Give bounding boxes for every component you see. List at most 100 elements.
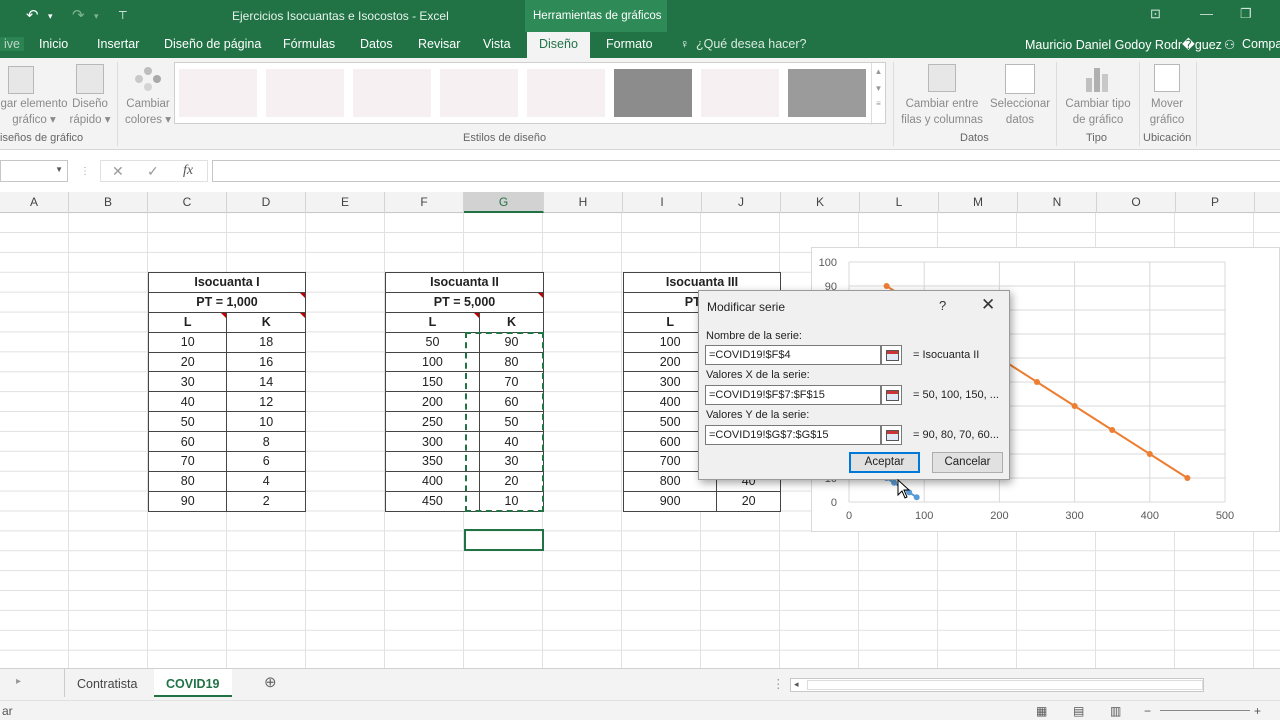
- tab-vista[interactable]: Vista: [483, 37, 511, 51]
- insert-function-icon[interactable]: fx: [183, 163, 193, 179]
- gallery-scrollbar[interactable]: ▲ ▼ ≡: [871, 63, 885, 125]
- table-pt[interactable]: PT = 5,000: [385, 291, 544, 313]
- tell-me-search[interactable]: ¿Qué desea hacer?: [696, 37, 807, 51]
- formula-input[interactable]: [212, 160, 1280, 182]
- undo-dropdown-icon[interactable]: ▾: [48, 11, 53, 22]
- column-header[interactable]: H: [544, 192, 623, 213]
- chart-style-thumb[interactable]: [266, 69, 344, 117]
- tab-insertar[interactable]: Insertar: [97, 37, 139, 51]
- range-select-icon[interactable]: [881, 385, 902, 405]
- column-header[interactable]: I: [623, 192, 702, 213]
- series-name-input[interactable]: =COVID19!$F$4: [705, 345, 881, 365]
- name-box-dropdown-icon[interactable]: ▼: [55, 165, 63, 174]
- column-header[interactable]: D: [227, 192, 306, 213]
- chart-style-thumb[interactable]: [701, 69, 779, 117]
- chart-style-thumb[interactable]: [527, 69, 605, 117]
- scroll-left-icon[interactable]: ◂: [794, 679, 799, 690]
- gallery-down-icon[interactable]: ▼: [872, 84, 885, 93]
- range-select-icon[interactable]: [881, 345, 902, 365]
- column-header[interactable]: O: [1097, 192, 1176, 213]
- table-row: 80 4: [147, 470, 306, 492]
- user-name[interactable]: Mauricio Daniel Godoy Rodr�guez: [1025, 37, 1222, 52]
- column-header[interactable]: C: [148, 192, 227, 213]
- table-title[interactable]: Isocuanta I: [148, 272, 306, 293]
- customize-qat-icon[interactable]: ⊤: [118, 9, 128, 22]
- horizontal-scrollbar[interactable]: ◂: [790, 678, 1204, 692]
- page-break-view-icon[interactable]: ▥: [1110, 704, 1121, 718]
- sheet-tab-covid19[interactable]: COVID19: [154, 669, 232, 697]
- enter-icon[interactable]: ✓: [147, 163, 159, 180]
- column-header[interactable]: F: [385, 192, 464, 213]
- column-header[interactable]: M: [939, 192, 1018, 213]
- restore-icon[interactable]: ❐: [1240, 6, 1252, 22]
- table-header-l[interactable]: L: [385, 311, 480, 333]
- column-header[interactable]: N: [1018, 192, 1097, 213]
- column-header[interactable]: A: [0, 192, 69, 213]
- chart-style-thumb[interactable]: [353, 69, 431, 117]
- switch-row-column-button[interactable]: Cambiar entre filas y columnas: [898, 96, 986, 128]
- series-y-input[interactable]: =COVID19!$G$7:$G$15: [705, 425, 881, 445]
- page-layout-view-icon[interactable]: ▤: [1073, 704, 1084, 718]
- chart-style-thumb[interactable]: [440, 69, 518, 117]
- name-box[interactable]: ▼: [0, 160, 68, 182]
- split-grip-icon[interactable]: ⋮: [772, 676, 785, 691]
- worksheet-grid[interactable]: Isocuanta I PT = 1,000 LK 10 18 20 16 30 14…: [0, 213, 1280, 668]
- column-header[interactable]: B: [69, 192, 148, 213]
- column-header[interactable]: J: [702, 192, 781, 213]
- quick-layout-button[interactable]: Diseño rápido ▾: [68, 96, 112, 128]
- active-cell[interactable]: [464, 529, 544, 551]
- tab-formato[interactable]: Formato: [606, 37, 653, 51]
- zoom-slider[interactable]: [1160, 710, 1250, 711]
- table-header-k[interactable]: K: [226, 311, 306, 333]
- table-pt[interactable]: PT = 1,000: [148, 291, 306, 313]
- column-header[interactable]: P: [1176, 192, 1255, 213]
- range-select-icon[interactable]: [881, 425, 902, 445]
- share-button[interactable]: Compa: [1242, 37, 1280, 51]
- close-icon[interactable]: ✕: [981, 295, 995, 315]
- minimize-icon[interactable]: —: [1200, 6, 1213, 21]
- zoom-in-icon[interactable]: +: [1254, 704, 1261, 718]
- move-chart-button[interactable]: Mover gráfico: [1140, 96, 1194, 128]
- redo-dropdown-icon[interactable]: ▾: [94, 11, 99, 22]
- select-data-button[interactable]: Seleccionar datos: [986, 96, 1054, 128]
- table-header-l[interactable]: L: [147, 311, 228, 333]
- ribbon-tabs: ive Inicio Insertar Diseño de página Fór…: [0, 32, 1280, 58]
- gallery-up-icon[interactable]: ▲: [872, 67, 885, 76]
- chart-style-thumb[interactable]: [614, 69, 692, 117]
- chart-style-thumb[interactable]: [179, 69, 257, 117]
- column-header[interactable]: L: [860, 192, 939, 213]
- scroll-thumb[interactable]: [807, 680, 1203, 690]
- chart-style-thumb[interactable]: [788, 69, 866, 117]
- undo-icon[interactable]: ↶: [26, 6, 39, 24]
- table-header-k[interactable]: K: [478, 311, 545, 333]
- table-title[interactable]: Isocuanta II: [385, 272, 544, 293]
- tab-formulas[interactable]: Fórmulas: [283, 37, 335, 51]
- add-sheet-icon[interactable]: ⊕: [264, 673, 277, 691]
- tab-inicio[interactable]: Inicio: [39, 37, 68, 51]
- column-header-selected[interactable]: G: [464, 192, 544, 213]
- column-header[interactable]: E: [306, 192, 385, 213]
- series-x-input[interactable]: =COVID19!$F$7:$F$15: [705, 385, 881, 405]
- cancel-button[interactable]: Cancelar: [932, 452, 1003, 473]
- normal-view-icon[interactable]: ▦: [1036, 704, 1047, 718]
- change-chart-type-button[interactable]: Cambiar tipo de gráfico: [1060, 96, 1136, 128]
- ribbon-options-icon[interactable]: ⊡: [1150, 6, 1161, 22]
- sheet-nav-icon[interactable]: ▸: [16, 676, 21, 687]
- tab-diseno-pagina[interactable]: Diseño de página: [164, 37, 261, 51]
- cancel-icon[interactable]: ✕: [112, 163, 124, 180]
- tab-diseno[interactable]: Diseño: [527, 32, 590, 58]
- share-icon[interactable]: ⚇: [1224, 37, 1235, 52]
- tab-revisar[interactable]: Revisar: [418, 37, 460, 51]
- gallery-more-icon[interactable]: ≡: [872, 99, 885, 108]
- sheet-tab-contratista[interactable]: Contratista: [77, 677, 137, 691]
- redo-icon[interactable]: ↷: [72, 6, 85, 24]
- ok-button[interactable]: Aceptar: [849, 452, 920, 473]
- tab-file[interactable]: ive: [0, 37, 24, 51]
- help-icon[interactable]: ?: [939, 298, 946, 313]
- add-chart-element-button[interactable]: gar elemento gráfico ▾: [0, 96, 68, 128]
- tab-datos[interactable]: Datos: [360, 37, 393, 51]
- change-colors-button[interactable]: Cambiar colores ▾: [120, 96, 176, 128]
- column-header[interactable]: K: [781, 192, 860, 213]
- ribbon-separator: [1056, 62, 1057, 146]
- zoom-out-icon[interactable]: −: [1144, 704, 1151, 718]
